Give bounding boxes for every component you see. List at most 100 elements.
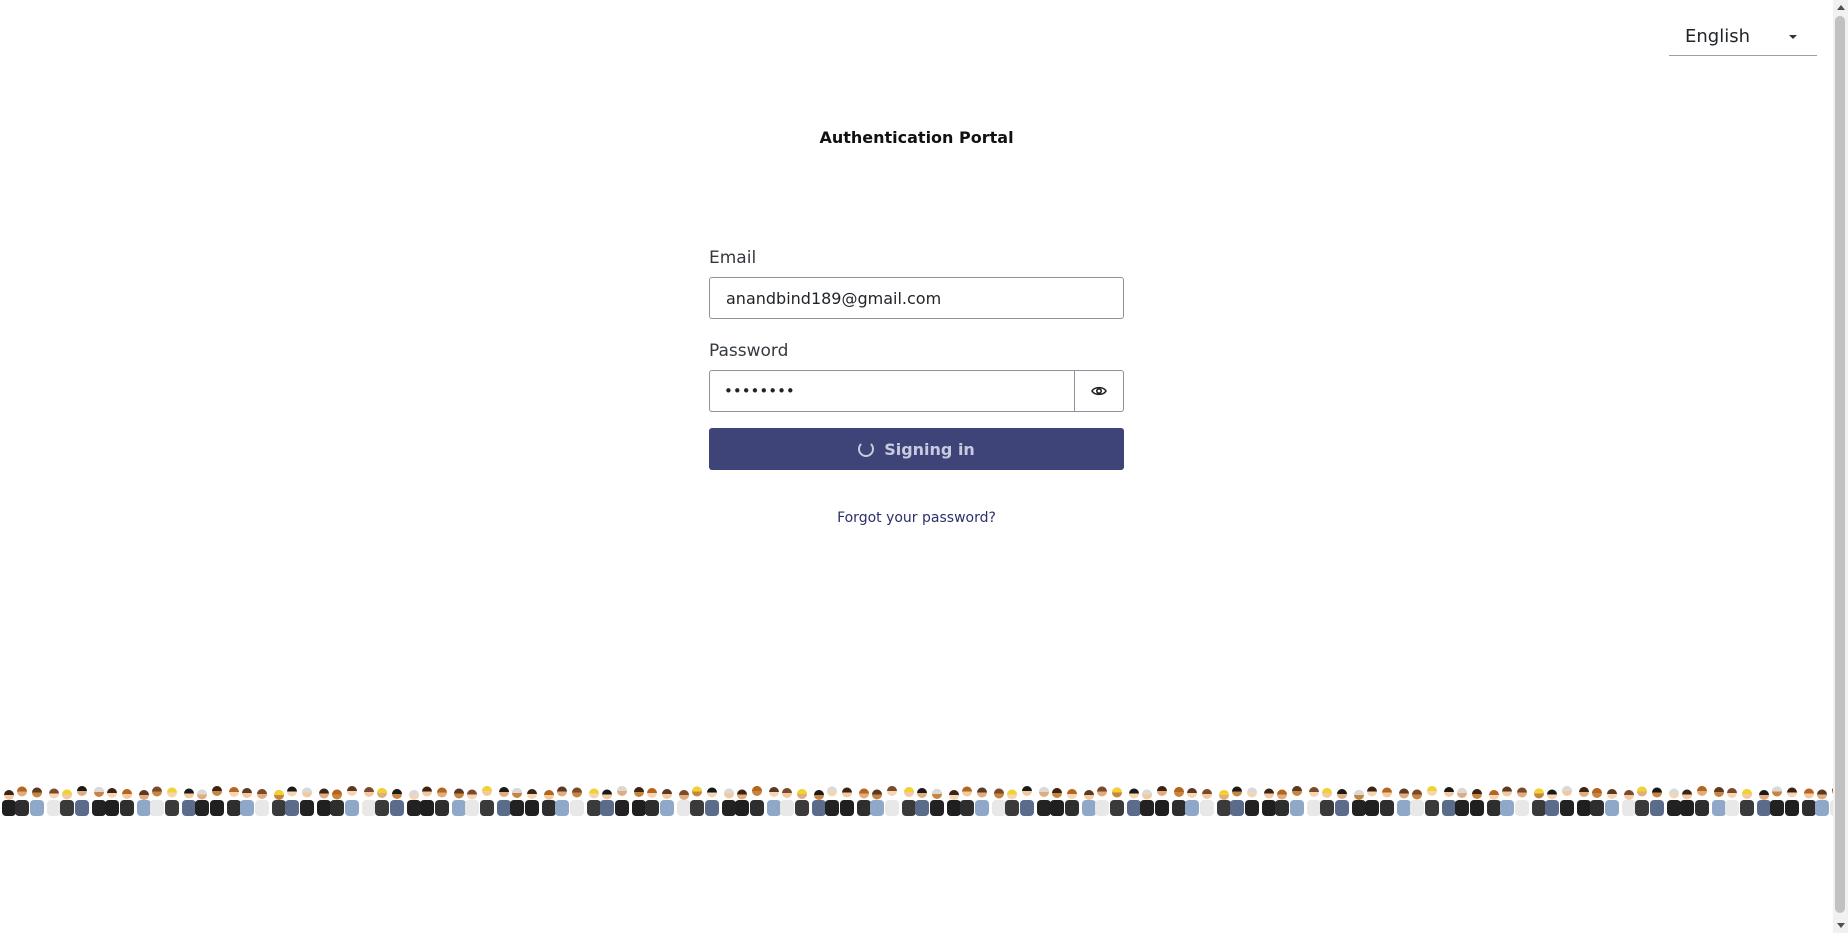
person-figure bbox=[1245, 787, 1259, 816]
person-figure bbox=[930, 789, 944, 816]
login-page: English Authentication Portal Email anan… bbox=[0, 0, 1848, 933]
person-figure bbox=[1065, 789, 1079, 816]
person-figure bbox=[1815, 789, 1829, 816]
person-figure bbox=[407, 790, 421, 816]
person-figure bbox=[375, 788, 389, 816]
person-figure bbox=[840, 787, 854, 816]
person-figure bbox=[150, 786, 164, 816]
crowd-illustration bbox=[2, 786, 1833, 816]
person-figure bbox=[1200, 789, 1214, 816]
person-figure bbox=[587, 788, 601, 816]
person-figure bbox=[30, 787, 44, 816]
person-figure bbox=[2, 790, 16, 816]
person-figure bbox=[677, 790, 691, 816]
person-figure bbox=[47, 788, 61, 816]
person-figure bbox=[1365, 786, 1379, 816]
person-figure bbox=[1622, 790, 1636, 816]
person-figure bbox=[452, 788, 466, 816]
person-figure bbox=[885, 786, 899, 816]
person-figure bbox=[105, 788, 119, 816]
person-figure bbox=[812, 790, 826, 816]
person-figure bbox=[542, 790, 556, 816]
person-figure bbox=[1110, 787, 1124, 816]
person-figure bbox=[317, 788, 331, 816]
person-figure bbox=[480, 786, 494, 816]
sign-in-button[interactable]: Signing in bbox=[709, 428, 1124, 470]
person-figure bbox=[1380, 787, 1394, 816]
scroll-up-icon[interactable] bbox=[1837, 5, 1845, 10]
person-figure bbox=[362, 787, 376, 816]
person-figure bbox=[1635, 786, 1649, 816]
person-figure bbox=[210, 786, 224, 816]
person-figure bbox=[240, 788, 254, 816]
person-figure bbox=[15, 786, 29, 816]
person-figure bbox=[1425, 786, 1439, 816]
person-figure bbox=[1757, 790, 1771, 816]
language-select[interactable]: English bbox=[1669, 18, 1817, 56]
person-figure bbox=[435, 787, 449, 816]
person-figure bbox=[272, 790, 286, 816]
scroll-thumb[interactable] bbox=[1835, 16, 1845, 913]
password-label: Password bbox=[709, 341, 789, 361]
person-figure bbox=[1005, 789, 1019, 816]
person-figure bbox=[1487, 790, 1501, 816]
login-form: Email anandbind189@gmail.com Password ••… bbox=[709, 248, 1124, 526]
person-figure bbox=[1320, 788, 1334, 816]
person-figure bbox=[992, 788, 1006, 816]
person-figure bbox=[750, 786, 764, 816]
person-figure bbox=[1500, 786, 1514, 816]
person-figure bbox=[1185, 788, 1199, 816]
person-figure bbox=[465, 789, 479, 816]
person-figure bbox=[525, 789, 539, 816]
person-figure bbox=[1155, 786, 1169, 816]
person-figure bbox=[1127, 788, 1141, 816]
person-figure bbox=[1515, 787, 1529, 816]
person-figure bbox=[1785, 787, 1799, 816]
person-figure bbox=[420, 786, 434, 816]
person-figure bbox=[975, 787, 989, 816]
person-figure bbox=[497, 787, 511, 816]
person-figure bbox=[1230, 786, 1244, 816]
person-figure bbox=[1650, 787, 1664, 816]
person-figure bbox=[570, 787, 584, 816]
scroll-down-icon[interactable] bbox=[1837, 923, 1845, 928]
person-figure bbox=[345, 786, 359, 816]
page-title: Authentication Portal bbox=[819, 128, 1014, 147]
person-figure bbox=[1470, 789, 1484, 816]
person-figure bbox=[1532, 788, 1546, 816]
person-figure bbox=[1545, 789, 1559, 816]
person-figure bbox=[1455, 788, 1469, 816]
person-figure bbox=[1275, 789, 1289, 816]
person-figure bbox=[195, 789, 209, 816]
person-figure bbox=[1020, 786, 1034, 816]
person-figure bbox=[1605, 789, 1619, 816]
person-figure bbox=[1577, 787, 1591, 816]
person-figure bbox=[1560, 786, 1574, 816]
person-figure bbox=[120, 789, 134, 816]
person-figure bbox=[1667, 788, 1681, 816]
person-figure bbox=[1712, 787, 1726, 816]
person-figure bbox=[632, 787, 646, 816]
forgot-password-link[interactable]: Forgot your password? bbox=[709, 510, 1124, 526]
show-password-button[interactable] bbox=[1074, 370, 1124, 412]
person-figure bbox=[857, 788, 871, 816]
person-figure bbox=[902, 787, 916, 816]
person-figure bbox=[555, 786, 569, 816]
person-figure bbox=[92, 787, 106, 816]
person-figure bbox=[1680, 789, 1694, 816]
person-figure bbox=[1740, 789, 1754, 816]
scrollbar[interactable] bbox=[1833, 0, 1848, 933]
person-figure bbox=[1050, 788, 1064, 816]
person-figure bbox=[330, 789, 344, 816]
person-figure bbox=[182, 788, 196, 816]
person-figure bbox=[1095, 786, 1109, 816]
person-figure bbox=[780, 788, 794, 816]
person-figure bbox=[1307, 787, 1321, 816]
person-figure bbox=[825, 786, 839, 816]
password-field[interactable]: •••••••• bbox=[709, 370, 1074, 412]
person-figure bbox=[1352, 790, 1366, 816]
email-field[interactable]: anandbind189@gmail.com bbox=[709, 277, 1124, 319]
person-figure bbox=[1397, 788, 1411, 816]
people-illustration bbox=[0, 770, 1833, 816]
person-figure bbox=[1770, 786, 1784, 816]
